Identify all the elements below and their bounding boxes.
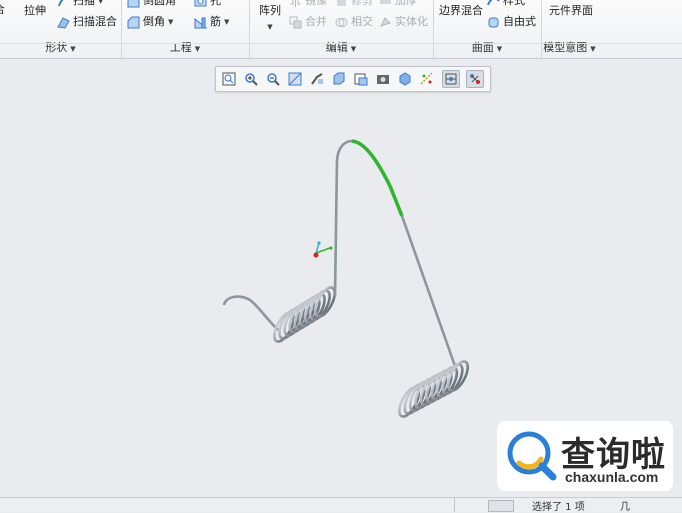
left-hook-wire[interactable] [222,295,279,331]
repaint-icon[interactable] [286,70,304,88]
right-coil[interactable] [395,359,471,420]
status-divider [454,498,455,512]
spring-model[interactable] [222,139,472,420]
spin-center-icon[interactable] [442,70,460,88]
view-manager-icon[interactable] [308,70,326,88]
left-leg-wire[interactable] [333,139,353,297]
watermark: 查询啦 chaxunla.com [497,421,673,491]
search-logo-icon [507,431,557,481]
right-leg-wire[interactable] [400,215,457,367]
display-style-icon[interactable] [330,70,348,88]
coordinate-system-icon [313,241,333,258]
named-view-icon[interactable] [374,70,392,88]
zoom-out-icon[interactable] [264,70,282,88]
perspective-icon[interactable] [396,70,414,88]
datum-display-icon[interactable] [418,70,436,88]
left-coil[interactable] [270,285,338,345]
saved-views-icon[interactable] [352,70,370,88]
status-bar: 选择了 1 项 几 [0,497,682,513]
smart-select-button[interactable] [488,500,514,512]
coil-turn [446,360,470,392]
annotation-display-icon[interactable] [466,70,484,88]
selected-bend-highlight[interactable] [351,139,404,217]
watermark-brand-en: chaxunla.com [565,469,659,485]
refit-icon[interactable] [220,70,238,88]
graphics-toolbar [215,66,491,92]
zoom-in-icon[interactable] [242,70,260,88]
